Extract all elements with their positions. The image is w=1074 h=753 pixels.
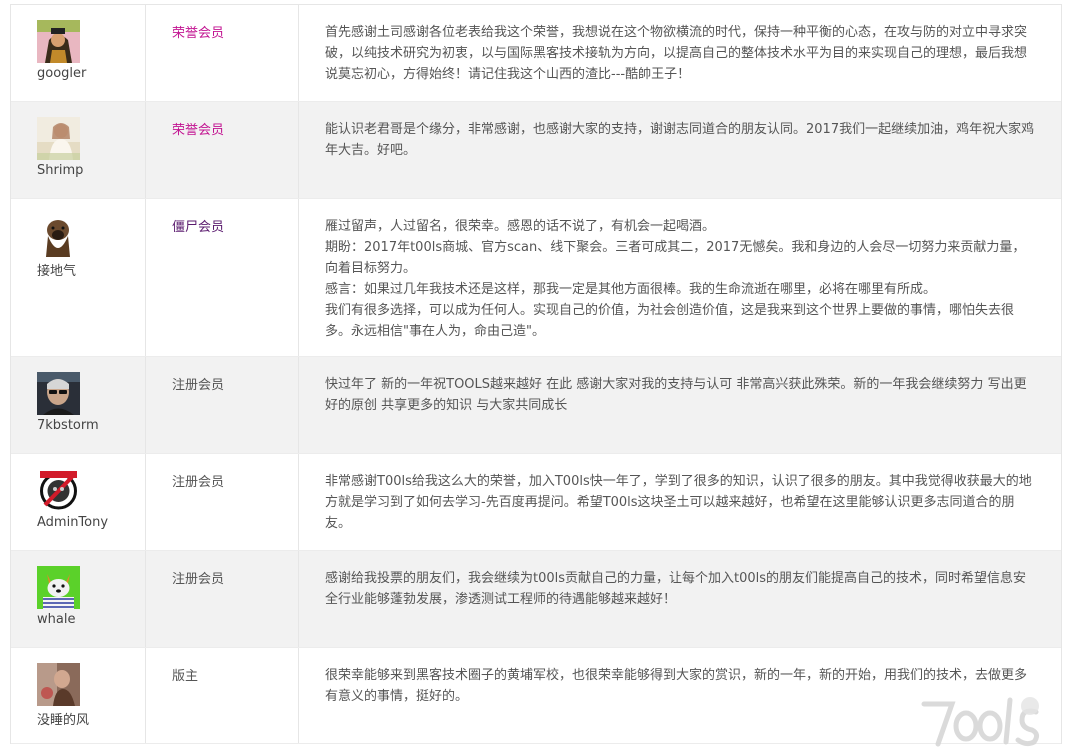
user-group: 僵尸会员 bbox=[146, 199, 299, 356]
table-row: 7kbstorm 注册会员 快过年了 新的一年祝TOOLS越来越好 在此 感谢大… bbox=[11, 357, 1061, 454]
username[interactable]: Shrimp bbox=[37, 163, 145, 178]
message: 感谢给我投票的朋友们，我会继续为t00ls贡献自己的力量，让每个加入t00ls的… bbox=[299, 551, 1061, 647]
table-row: whale 注册会员 感谢给我投票的朋友们，我会继续为t00ls贡献自己的力量，… bbox=[11, 551, 1061, 648]
user-group: 注册会员 bbox=[146, 551, 299, 647]
message-line: 能认识老君哥是个缘分，非常感谢，也感谢大家的支持，谢谢志同道合的朋友认同。201… bbox=[325, 122, 1035, 158]
username[interactable]: AdminTony bbox=[37, 515, 145, 530]
message: 雁过留声，人过留名，很荣幸。感恩的话不说了，有机会一起喝酒。 期盼：2017年t… bbox=[299, 199, 1061, 356]
message-line: 快过年了 新的一年祝TOOLS越来越好 在此 感谢大家对我的支持与认可 非常高兴… bbox=[325, 377, 1027, 413]
message: 首先感谢土司感谢各位老表给我这个荣誉，我想说在这个物欲横流的时代，保持一种平衡的… bbox=[299, 5, 1061, 101]
user-group: 版主 bbox=[146, 648, 299, 743]
avatar-cartoon-dog-icon[interactable] bbox=[37, 566, 80, 609]
username[interactable]: 7kbstorm bbox=[37, 418, 145, 433]
user-cell: 接地气 bbox=[11, 199, 146, 356]
avatar-dog-icon[interactable] bbox=[37, 214, 80, 257]
table-row: 接地气 僵尸会员 雁过留声，人过留名，很荣幸。感恩的话不说了，有机会一起喝酒。 … bbox=[11, 199, 1061, 357]
table-row: Shrimp 荣誉会员 能认识老君哥是个缘分，非常感谢，也感谢大家的支持，谢谢志… bbox=[11, 102, 1061, 199]
t00ls-watermark-icon bbox=[918, 690, 1048, 748]
message-line: 感言：如果过几年我技术还是这样，那我一定是其他方面很棒。我的生命流逝在哪里，必将… bbox=[325, 282, 937, 297]
user-group: 荣誉会员 bbox=[146, 5, 299, 101]
avatar-portrait-icon[interactable] bbox=[37, 20, 80, 63]
avatar-photo-icon[interactable] bbox=[37, 117, 80, 160]
award-table: googler 荣誉会员 首先感谢土司感谢各位老表给我这个荣誉，我想说在这个物欲… bbox=[10, 4, 1062, 744]
message-line: 非常感谢T00ls给我这么大的荣誉，加入T00ls快一年了，学到了很多的知识，认… bbox=[325, 474, 1032, 531]
message-line: 首先感谢土司感谢各位老表给我这个荣誉，我想说在这个物欲横流的时代，保持一种平衡的… bbox=[325, 25, 1028, 82]
user-cell: whale bbox=[11, 551, 146, 647]
avatar-person-icon[interactable] bbox=[37, 663, 80, 706]
message-line: 我们有很多选择，可以成为任何人。实现自己的价值，为社会创造价值，这是我来到这个世… bbox=[325, 303, 1015, 339]
message: 能认识老君哥是个缘分，非常感谢，也感谢大家的支持，谢谢志同道合的朋友认同。201… bbox=[299, 102, 1061, 198]
user-cell: 没睡的风 bbox=[11, 648, 146, 743]
message-line: 感谢给我投票的朋友们，我会继续为t00ls贡献自己的力量，让每个加入t00ls的… bbox=[325, 571, 1027, 607]
user-cell: AdminTony bbox=[11, 454, 146, 550]
avatar-man-icon[interactable] bbox=[37, 372, 80, 415]
message: 非常感谢T00ls给我这么大的荣誉，加入T00ls快一年了，学到了很多的知识，认… bbox=[299, 454, 1061, 550]
username[interactable]: 没睡的风 bbox=[37, 709, 145, 728]
username[interactable]: googler bbox=[37, 66, 145, 81]
user-group: 注册会员 bbox=[146, 454, 299, 550]
table-row: googler 荣誉会员 首先感谢土司感谢各位老表给我这个荣誉，我想说在这个物欲… bbox=[11, 5, 1061, 102]
user-cell: 7kbstorm bbox=[11, 357, 146, 453]
user-cell: Shrimp bbox=[11, 102, 146, 198]
user-group: 注册会员 bbox=[146, 357, 299, 453]
message: 快过年了 新的一年祝TOOLS越来越好 在此 感谢大家对我的支持与认可 非常高兴… bbox=[299, 357, 1061, 453]
table-row: AdminTony 注册会员 非常感谢T00ls给我这么大的荣誉，加入T00ls… bbox=[11, 454, 1061, 551]
username[interactable]: whale bbox=[37, 612, 145, 627]
message-line: 期盼：2017年t00ls商城、官方scan、线下聚会。三者可成其二，2017无… bbox=[325, 240, 1026, 276]
table-row: 没睡的风 版主 很荣幸能够来到黑客技术圈子的黄埔军校，也很荣幸能够得到大家的赏识… bbox=[11, 648, 1061, 744]
user-group: 荣誉会员 bbox=[146, 102, 299, 198]
user-cell: googler bbox=[11, 5, 146, 101]
username[interactable]: 接地气 bbox=[37, 260, 145, 279]
avatar-badge-icon[interactable] bbox=[37, 469, 80, 512]
message-line: 雁过留声，人过留名，很荣幸。感恩的话不说了，有机会一起喝酒。 bbox=[325, 219, 716, 234]
